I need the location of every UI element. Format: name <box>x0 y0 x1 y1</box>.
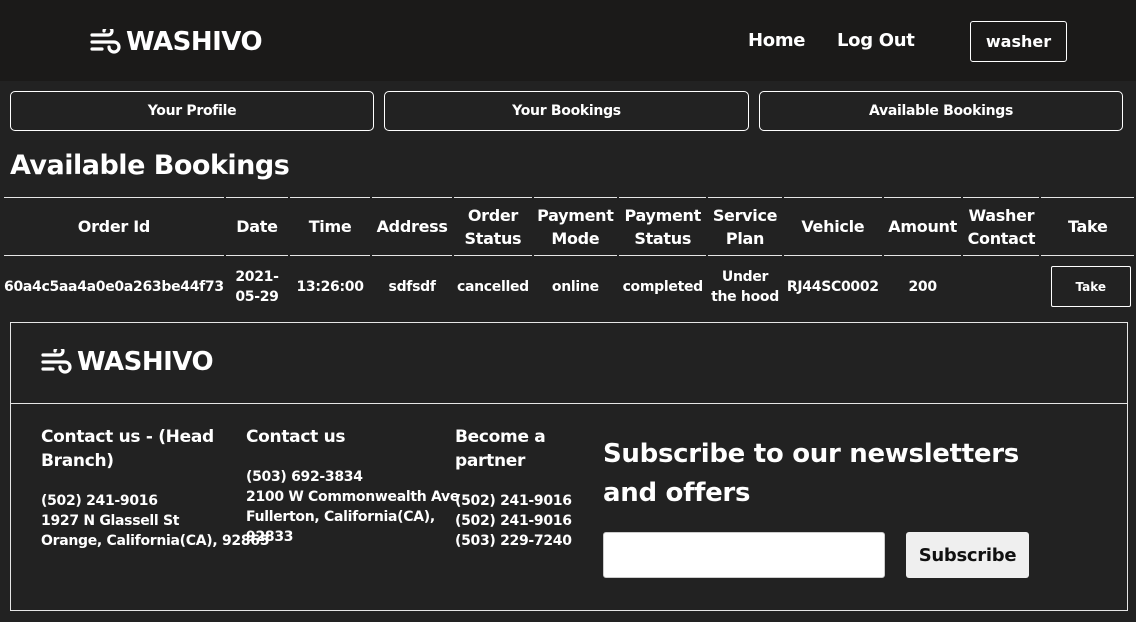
footer-address: 2100 W Commonwealth Ave <box>246 489 460 505</box>
user-button[interactable]: washer <box>970 21 1067 62</box>
footer-col-head-branch: Contact us - (Head Branch) (502) 241-9016… <box>41 425 269 551</box>
footer-heading: Contact us <box>246 427 346 447</box>
cell-washer-contact <box>961 255 1042 318</box>
top-navbar: WASHIVO Home Log Out washer <box>0 0 1136 81</box>
footer-heading: Become a partner <box>455 427 546 471</box>
cell-date: 2021- 05-29 <box>223 255 291 318</box>
subscribe-button[interactable]: Subscribe <box>906 532 1029 578</box>
brand-logo[interactable]: WASHIVO <box>90 24 263 60</box>
footer-phone: (502) 241-9016 <box>455 513 572 529</box>
footer-col-contact: Contact us (503) 692-3834 2100 W Commonw… <box>246 425 459 547</box>
subscribe-heading: Subscribe to our newsletters and offers <box>603 439 1019 508</box>
col-header-vehicle: Vehicle <box>781 197 885 256</box>
footer-city: Fullerton, California(CA), <box>246 509 435 525</box>
footer-brand-logo[interactable]: WASHIVO <box>41 347 214 377</box>
take-button[interactable]: Take <box>1050 266 1131 308</box>
footer-zip: 92833 <box>246 529 294 545</box>
col-header-amount: Amount <box>882 197 964 256</box>
wind-icon <box>41 349 72 374</box>
bookings-table: Order Id Date Time Address Order Status P… <box>2 197 1136 318</box>
footer-phone: (503) 692-3834 <box>246 469 363 485</box>
subscribe-email-input[interactable] <box>603 532 885 578</box>
tab-your-bookings[interactable]: Your Bookings <box>384 91 749 131</box>
table-row: 60a4c5aa4a0e0a263be44f73 2021- 05-29 13:2… <box>2 255 1136 318</box>
footer-phone: (503) 229-7240 <box>455 533 572 549</box>
cell-order-id: 60a4c5aa4a0e0a263be44f73 <box>2 255 226 318</box>
col-header-time: Time <box>288 197 372 256</box>
cell-payment-mode: online <box>531 255 620 318</box>
cell-vehicle: RJ44SC0002 <box>781 255 885 318</box>
table-header-row: Order Id Date Time Address Order Status P… <box>2 197 1136 256</box>
footer: Contact us - (Head Branch) (502) 241-9016… <box>10 403 1128 611</box>
col-header-order-id: Order Id <box>2 197 226 256</box>
nav-logout-link[interactable]: Log Out <box>837 30 915 51</box>
cell-payment-status: completed <box>617 255 709 318</box>
footer-brand-name: WASHIVO <box>77 347 214 377</box>
cell-service-plan: Under the hood <box>706 255 784 318</box>
footer-heading: Contact us - (Head Branch) <box>41 427 214 471</box>
footer-phone: (502) 241-9016 <box>455 493 572 509</box>
footer-phone: (502) 241-9016 <box>41 493 158 509</box>
footer-brand-section: WASHIVO <box>10 322 1128 404</box>
col-header-payment-status: Payment Status <box>617 197 709 256</box>
col-header-washer-contact: Washer Contact <box>961 197 1042 256</box>
col-header-take: Take <box>1039 197 1136 256</box>
col-header-service-plan: Service Plan <box>706 197 784 256</box>
tab-available-bookings[interactable]: Available Bookings <box>759 91 1123 131</box>
cell-take: Take <box>1039 255 1136 318</box>
tab-your-profile[interactable]: Your Profile <box>10 91 374 131</box>
footer-col-partner: Become a partner (502) 241-9016 (502) 241… <box>455 425 572 551</box>
footer-city: Orange, California(CA), 92865 <box>41 533 270 549</box>
cell-order-status: cancelled <box>452 255 534 318</box>
cell-time: 13:26:00 <box>288 255 372 318</box>
col-header-address: Address <box>369 197 455 256</box>
brand-name: WASHIVO <box>126 27 263 57</box>
page-title: Available Bookings <box>10 150 290 181</box>
col-header-date: Date <box>223 197 291 256</box>
wind-icon <box>90 29 121 54</box>
nav-home-link[interactable]: Home <box>748 30 806 51</box>
footer-address: 1927 N Glassell St <box>41 513 180 529</box>
col-header-order-status: Order Status <box>452 197 534 256</box>
cell-amount: 200 <box>882 255 964 318</box>
col-header-payment-mode: Payment Mode <box>531 197 620 256</box>
cell-address: sdfsdf <box>369 255 455 318</box>
